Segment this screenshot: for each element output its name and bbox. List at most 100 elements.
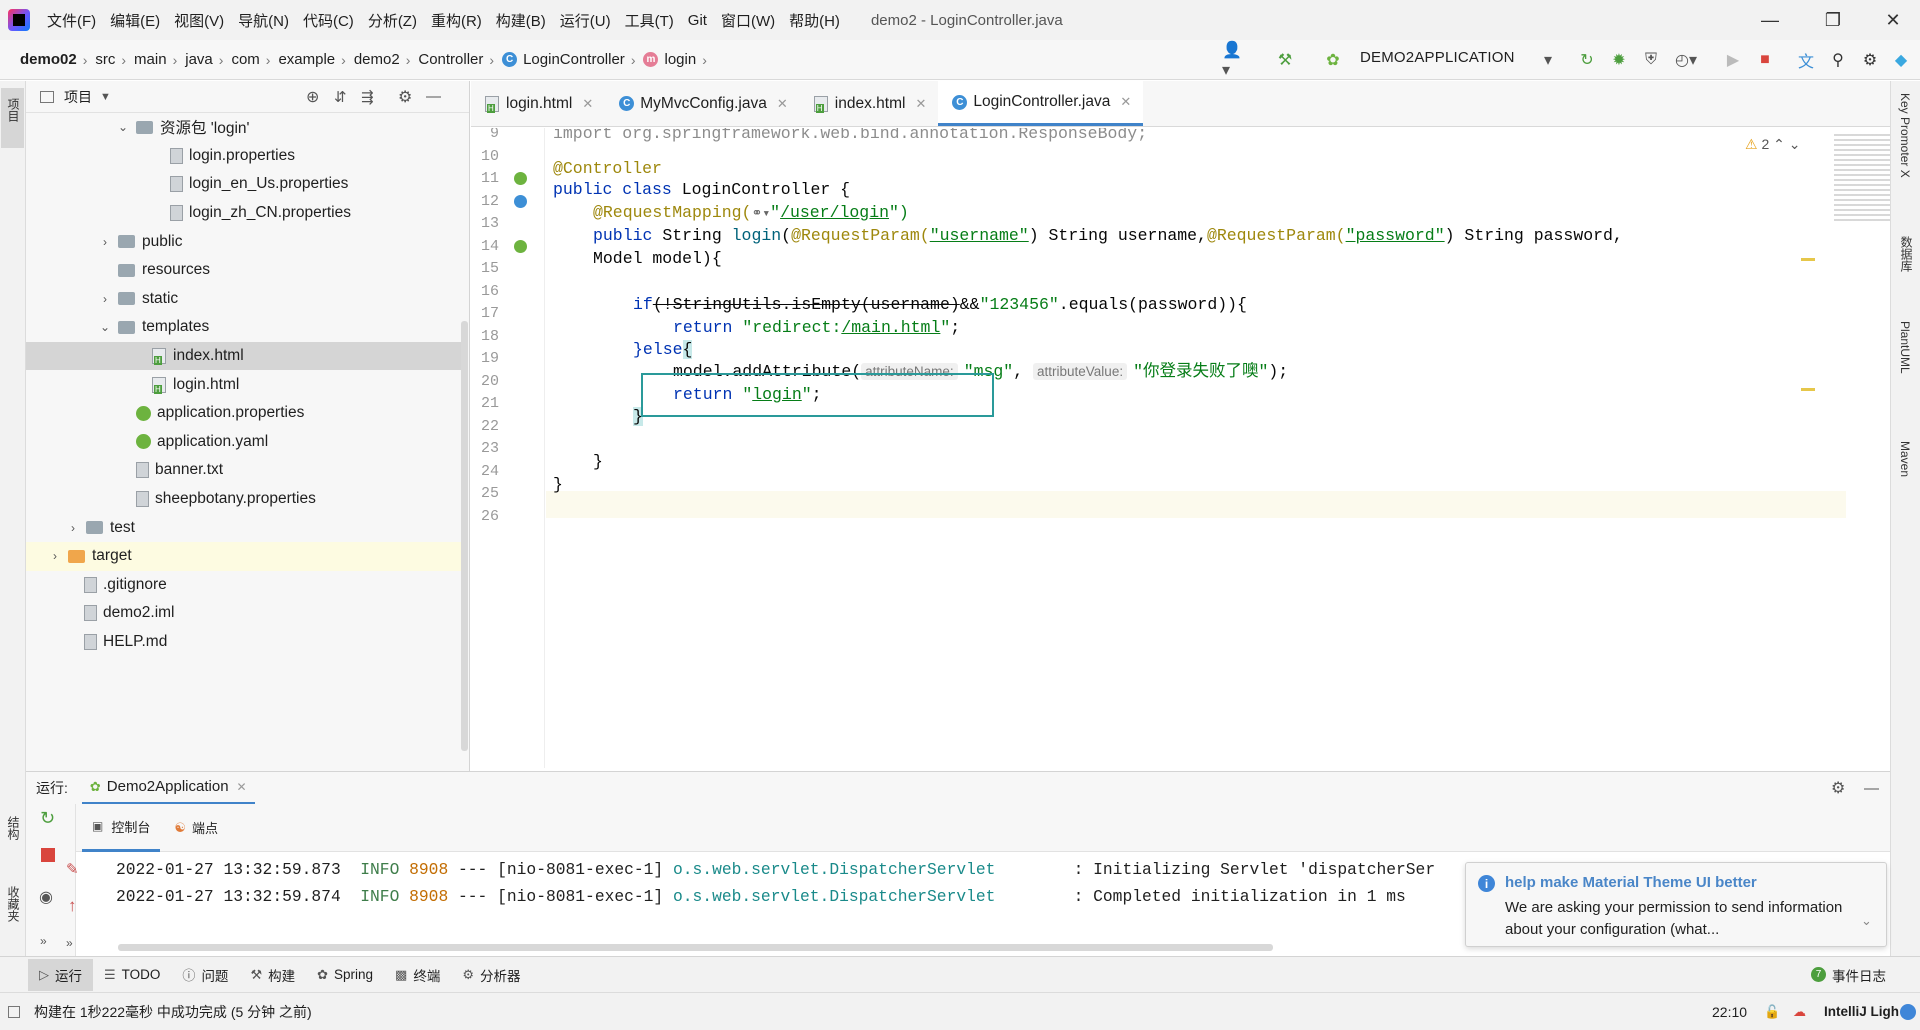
close-tab-icon[interactable]: ✕: [582, 96, 593, 112]
key-promoter-tool-button[interactable]: Key Promoter X: [1898, 93, 1912, 178]
tool-spring[interactable]: ✿ Spring: [306, 959, 384, 991]
caret-position[interactable]: 22:10: [1712, 1004, 1747, 1020]
translate-icon[interactable]: 文: [1795, 49, 1817, 71]
editor-tab[interactable]: login.html ✕: [471, 81, 605, 126]
build-hammer-icon[interactable]: ⚒: [1274, 49, 1296, 71]
spring-bean-icon[interactable]: [514, 195, 527, 208]
tree-item[interactable]: index.html: [26, 341, 466, 371]
expand-all-icon[interactable]: ⇵: [334, 88, 347, 106]
tool-problems[interactable]: ⓘ 问题: [171, 959, 239, 991]
menu-item[interactable]: 分析(Z): [361, 10, 424, 31]
settings-gear-icon[interactable]: ⚙: [398, 87, 412, 107]
breadcrumb-item[interactable]: src ›: [95, 51, 134, 68]
close-tab-icon[interactable]: ✕: [237, 780, 247, 794]
menu-item[interactable]: 编辑(E): [103, 10, 167, 31]
close-button[interactable]: ✕: [1868, 0, 1918, 40]
tree-item[interactable]: login.properties: [26, 142, 466, 171]
more-icon[interactable]: »: [40, 934, 47, 948]
endpoints-tab[interactable]: ☯ 端点: [160, 804, 232, 852]
breadcrumb-class[interactable]: C LoginController ›: [502, 51, 643, 68]
debug-icon[interactable]: ✹: [1608, 49, 1630, 71]
chevron-down-icon[interactable]: ▼: [100, 91, 111, 103]
chevron-down-icon[interactable]: ⌄: [98, 320, 112, 334]
breadcrumb-item[interactable]: java ›: [185, 51, 231, 68]
project-view-selector[interactable]: 项目: [64, 87, 92, 107]
profile-icon[interactable]: ◴▾: [1675, 49, 1697, 71]
breadcrumb-item[interactable]: example ›: [278, 51, 353, 68]
close-tab-icon[interactable]: ✕: [777, 96, 788, 112]
breadcrumb-item[interactable]: demo2 ›: [354, 51, 419, 68]
chevron-down-icon[interactable]: ▾: [1537, 49, 1559, 71]
menu-item[interactable]: 导航(N): [231, 10, 296, 31]
tree-item[interactable]: login_zh_CN.properties: [26, 199, 466, 228]
tree-item[interactable]: login.html: [26, 370, 466, 399]
tree-item[interactable]: application.properties: [26, 399, 466, 428]
minimize-button[interactable]: —: [1745, 0, 1795, 40]
screenshot-icon[interactable]: ◉: [39, 887, 53, 907]
chevron-right-icon[interactable]: ›: [48, 549, 62, 563]
menu-item[interactable]: 运行(U): [553, 10, 618, 31]
menu-item[interactable]: 帮助(H): [782, 10, 847, 31]
tree-item[interactable]: ⌄ templates: [26, 313, 466, 342]
scroll-up-icon[interactable]: ↑: [68, 896, 77, 916]
chevron-down-icon[interactable]: ⌄: [116, 120, 130, 134]
structure-tool-button[interactable]: 结构: [5, 816, 22, 840]
breadcrumb-item[interactable]: demo02 ›: [20, 51, 95, 68]
project-scrollbar[interactable]: [461, 321, 468, 751]
breadcrumb-method[interactable]: m login ›: [643, 51, 714, 68]
breadcrumb-item[interactable]: com ›: [231, 51, 278, 68]
theme-name[interactable]: IntelliJ Ligh: [1824, 1004, 1899, 1019]
spring-bean-icon[interactable]: [514, 172, 527, 185]
warning-stripe[interactable]: [1801, 388, 1815, 391]
theme-icon[interactable]: ☁: [1793, 1004, 1806, 1020]
tool-event-log[interactable]: 7 事件日志: [1800, 959, 1897, 991]
breadcrumb-item[interactable]: Controller ›: [418, 51, 502, 68]
close-tab-icon[interactable]: ✕: [1120, 94, 1131, 110]
run-tab[interactable]: ✿ Demo2Application ✕: [81, 772, 255, 805]
editor-tab[interactable]: C LoginController.java ✕: [938, 81, 1144, 126]
settings-gear-icon[interactable]: ⚙: [1859, 49, 1881, 71]
database-tool-button[interactable]: 数据库: [1898, 236, 1915, 272]
notification-title[interactable]: help make Material Theme UI better: [1505, 874, 1757, 891]
notification-balloon[interactable]: i help make Material Theme UI better We …: [1465, 862, 1887, 947]
maven-tool-button[interactable]: Maven: [1898, 441, 1912, 477]
plugin-icon[interactable]: ◆: [1890, 49, 1912, 71]
editor-tab[interactable]: C MyMvcConfig.java ✕: [605, 81, 800, 126]
hide-panel-icon[interactable]: —: [1864, 780, 1879, 797]
hide-panel-icon[interactable]: —: [426, 88, 441, 105]
user-icon[interactable]: 👤▾: [1222, 42, 1244, 79]
chevron-down-icon[interactable]: ⌄: [1861, 913, 1872, 929]
lock-icon[interactable]: 🔓: [1764, 1004, 1780, 1020]
spring-endpoint-icon[interactable]: [514, 240, 527, 253]
console-hscrollbar[interactable]: [118, 944, 1273, 951]
tree-item[interactable]: login_en_Us.properties: [26, 170, 466, 199]
tree-item[interactable]: .gitignore: [26, 571, 466, 600]
menu-item[interactable]: 文件(F): [40, 10, 103, 31]
tree-item[interactable]: banner.txt: [26, 456, 466, 485]
menu-item[interactable]: 工具(T): [618, 10, 681, 31]
maximize-button[interactable]: ❐: [1808, 0, 1858, 40]
plantuml-tool-button[interactable]: PlantUML: [1898, 321, 1912, 374]
tool-run[interactable]: ▷ 运行: [28, 958, 93, 991]
editor-tab[interactable]: index.html ✕: [800, 81, 939, 126]
console-tab[interactable]: ▣ 控制台: [82, 804, 161, 852]
toggle-tool-windows-icon[interactable]: [8, 1005, 20, 1018]
chevron-right-icon[interactable]: ›: [66, 521, 80, 535]
locate-file-icon[interactable]: ⊕: [306, 87, 319, 107]
tree-item[interactable]: application.yaml: [26, 428, 466, 457]
tree-item[interactable]: › static: [26, 285, 466, 314]
play-icon[interactable]: ▶: [1722, 49, 1744, 71]
tool-profiler[interactable]: ⚙ 分析器: [451, 959, 531, 991]
chevron-right-icon[interactable]: ›: [98, 292, 112, 306]
project-tool-button[interactable]: 项目: [1, 88, 24, 148]
chevron-right-icon[interactable]: ›: [98, 235, 112, 249]
run-config-selector[interactable]: DEMO2APPLICATION: [1360, 49, 1515, 66]
stop-icon[interactable]: ■: [1754, 49, 1776, 71]
breadcrumb-item[interactable]: main ›: [134, 51, 185, 68]
soft-wrap-icon[interactable]: ✎: [66, 860, 79, 878]
tool-terminal[interactable]: ▩ 终端: [384, 959, 451, 991]
tool-todo[interactable]: ☰ TODO: [93, 959, 171, 991]
collapse-all-icon[interactable]: ⇶: [361, 88, 374, 106]
stop-icon[interactable]: [41, 848, 55, 862]
tree-item[interactable]: resources: [26, 256, 466, 285]
